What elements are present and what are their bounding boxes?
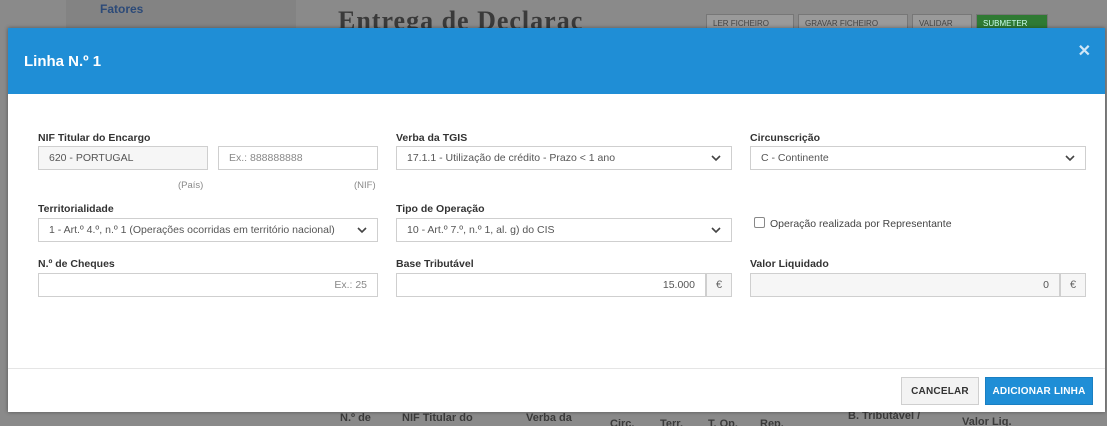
chevron-down-icon: [711, 227, 721, 234]
background-table-col: T. Op.: [708, 418, 738, 426]
base-tributavel-value: 15.000: [662, 279, 695, 291]
background-table-col: Valor Liq.: [962, 416, 1012, 426]
representante-checkbox[interactable]: [754, 217, 765, 228]
nif-sublabel: (NIF): [354, 180, 376, 191]
verba-value: 17.1.1 - Utilização de crédito - Prazo <…: [407, 152, 616, 164]
background-table-col: N.º de: [340, 412, 371, 424]
cancel-button[interactable]: CANCELAR: [901, 377, 979, 405]
verba-select[interactable]: 17.1.1 - Utilização de crédito - Prazo <…: [396, 146, 732, 170]
modal-header: Linha N.º 1 ✕: [8, 28, 1105, 94]
background-table-col: Verba da: [526, 412, 572, 424]
circunscricao-label: Circunscrição: [750, 132, 821, 144]
country-field[interactable]: 620 - PORTUGAL: [38, 146, 208, 170]
chevron-down-icon: [357, 227, 367, 234]
modal-footer: CANCELAR ADICIONAR LINHA: [8, 368, 1105, 412]
valor-liquidado-label: Valor Liquidado: [750, 258, 829, 270]
nif-titular-label: NIF Titular do Encargo: [38, 132, 151, 144]
n-cheques-label: N.º de Cheques: [38, 258, 115, 270]
country-sublabel: (País): [178, 180, 204, 191]
background-table-col: NIF Titular do: [402, 412, 473, 424]
territorialidade-select[interactable]: 1 - Art.º 4.º, n.º 1 (Operações ocorrida…: [38, 218, 378, 242]
chevron-down-icon: [711, 155, 721, 162]
n-cheques-placeholder: Ex.: 25: [334, 279, 367, 291]
background-table-col: Terr.: [660, 418, 684, 426]
add-line-modal: Linha N.º 1 ✕ NIF Titular do Encargo 620…: [8, 28, 1105, 412]
territorialidade-label: Territorialidade: [38, 203, 114, 215]
base-tributavel-input[interactable]: 15.000: [396, 273, 706, 297]
background-table-col: Circ.: [610, 418, 635, 426]
background-sidebar-link: Fatores: [100, 2, 144, 16]
verba-label: Verba da TGIS: [396, 132, 468, 144]
chevron-down-icon: [1065, 155, 1075, 162]
base-tributavel-label: Base Tributável: [396, 258, 474, 270]
tipo-operacao-label: Tipo de Operação: [396, 203, 485, 215]
tipo-operacao-select[interactable]: 10 - Art.º 7.º, n.º 1, al. g) do CIS: [396, 218, 732, 242]
n-cheques-input[interactable]: Ex.: 25: [38, 273, 378, 297]
valor-liquidado-input: 0: [750, 273, 1060, 297]
close-icon[interactable]: ✕: [1078, 41, 1091, 61]
modal-title: Linha N.º 1: [24, 53, 102, 70]
valor-liquidado-value: 0: [1043, 279, 1049, 291]
circunscricao-select[interactable]: C - Continente: [750, 146, 1086, 170]
nif-placeholder: Ex.: 888888888: [229, 152, 303, 164]
country-value: 620 - PORTUGAL: [49, 152, 134, 164]
tipo-operacao-value: 10 - Art.º 7.º, n.º 1, al. g) do CIS: [407, 224, 555, 236]
base-tributavel-currency: €: [706, 273, 732, 297]
circunscricao-value: C - Continente: [761, 152, 829, 164]
nif-input[interactable]: Ex.: 888888888: [218, 146, 378, 170]
valor-liquidado-currency: €: [1060, 273, 1086, 297]
territorialidade-value: 1 - Art.º 4.º, n.º 1 (Operações ocorrida…: [49, 224, 335, 236]
representante-label: Operação realizada por Representante: [770, 218, 952, 230]
background-table-col: Rep.: [760, 418, 784, 426]
add-line-button[interactable]: ADICIONAR LINHA: [985, 377, 1093, 405]
